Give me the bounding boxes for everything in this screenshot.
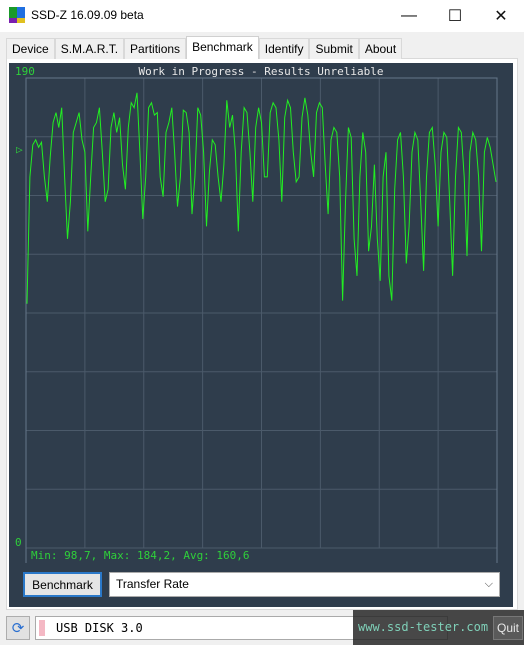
mode-select[interactable]: Transfer Rate ⌵: [109, 572, 500, 597]
benchmark-area: Work in Progress - Results Unreliable 19…: [9, 63, 513, 607]
tab-bar: Device S.M.A.R.T. Partitions Benchmark I…: [6, 36, 403, 59]
tab-submit[interactable]: Submit: [309, 38, 359, 59]
tab-smart[interactable]: S.M.A.R.T.: [54, 38, 125, 59]
y-min-label: 0: [15, 536, 22, 549]
drive-color-marker: [39, 620, 45, 636]
tab-identify[interactable]: Identify: [258, 38, 310, 59]
refresh-button[interactable]: ⟳: [6, 616, 30, 640]
benchmark-button[interactable]: Benchmark: [23, 572, 102, 597]
tab-partitions[interactable]: Partitions: [124, 38, 187, 59]
title-bar: SSD-Z 16.09.09 beta — ☐ ✕: [0, 0, 524, 32]
mode-select-value: Transfer Rate: [116, 577, 189, 591]
tab-benchmark[interactable]: Benchmark: [186, 36, 259, 59]
tab-about[interactable]: About: [358, 38, 403, 59]
transfer-rate-chart: [25, 77, 498, 563]
stats-text: Min: 98,7, Max: 184,2, Avg: 160,6: [31, 549, 250, 562]
chevron-down-icon: ⌵: [484, 578, 493, 590]
refresh-icon: ⟳: [11, 620, 25, 637]
chart-title: Work in Progress - Results Unreliable: [138, 65, 384, 78]
quit-button[interactable]: Quit: [493, 616, 523, 640]
y-max-label: 190: [15, 65, 35, 78]
app-icon: [9, 7, 25, 23]
watermark: www.ssd-tester.com: [358, 620, 489, 634]
window-title: SSD-Z 16.09.09 beta: [31, 8, 144, 22]
average-marker-icon: ▷: [16, 142, 23, 156]
drive-name: USB DISK 3.0: [56, 621, 143, 635]
close-button[interactable]: ✕: [478, 0, 524, 32]
minimize-button[interactable]: —: [386, 0, 432, 32]
maximize-button[interactable]: ☐: [432, 0, 478, 32]
tab-device[interactable]: Device: [6, 38, 55, 59]
